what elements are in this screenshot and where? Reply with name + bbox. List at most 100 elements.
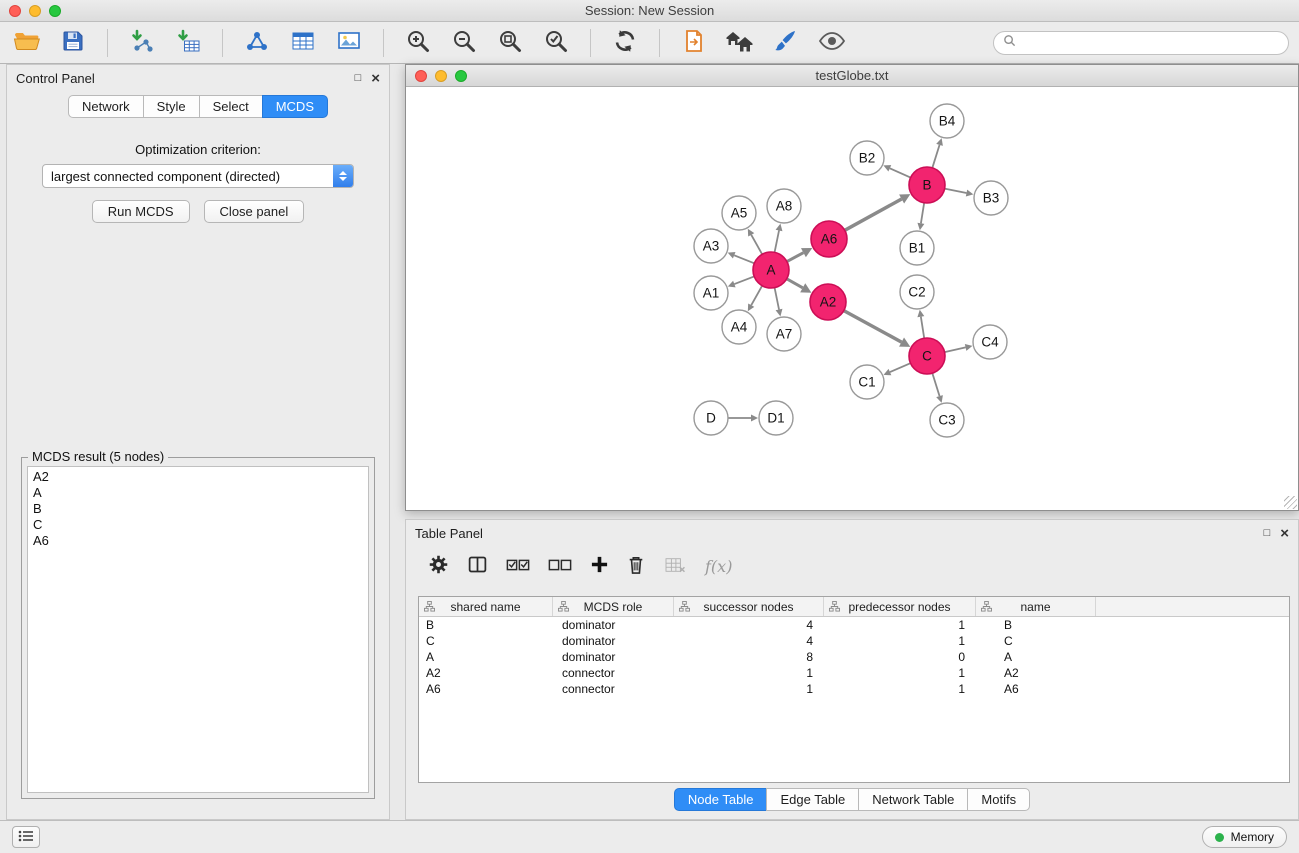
network-view-window: testGlobe.txt B4B2BB3A5A8A6B1A3AC2A1A2A4…: [405, 64, 1299, 511]
graph-edge[interactable]: [844, 311, 902, 342]
deselect-all-icon: [548, 556, 572, 577]
search-field[interactable]: [993, 31, 1289, 55]
result-item[interactable]: A6: [33, 533, 363, 549]
table-row[interactable]: A6connector11A6: [419, 681, 1289, 697]
column-label: name: [1020, 600, 1050, 614]
task-history-button[interactable]: [12, 826, 40, 848]
zoom-selected-button[interactable]: [539, 27, 573, 59]
search-input[interactable]: [1022, 35, 1279, 50]
close-table-panel-icon[interactable]: ×: [1280, 526, 1289, 541]
columns-button[interactable]: [467, 554, 488, 578]
result-item[interactable]: A: [33, 485, 363, 501]
mcds-result-list[interactable]: A2ABCA6: [27, 466, 369, 793]
column-header-name[interactable]: name: [976, 597, 1096, 616]
network-canvas[interactable]: B4B2BB3A5A8A6B1A3AC2A1A2A4A7C4CC1C3DD1: [406, 87, 1298, 510]
column-header-successor-nodes[interactable]: successor nodes: [674, 597, 824, 616]
network-close-button[interactable]: [415, 70, 427, 82]
graph-edge[interactable]: [734, 255, 754, 263]
resize-grip-icon[interactable]: [1284, 496, 1297, 509]
table-row[interactable]: Bdominator41B: [419, 617, 1289, 633]
tab-style[interactable]: Style: [143, 95, 200, 118]
graph-edge[interactable]: [775, 230, 779, 252]
network-zoom-button[interactable]: [455, 70, 467, 82]
table-row[interactable]: Cdominator41C: [419, 633, 1289, 649]
graph-edge[interactable]: [734, 276, 754, 284]
tab-network-table[interactable]: Network Table: [858, 788, 968, 811]
import-table-button[interactable]: [171, 27, 205, 59]
graph-edge[interactable]: [921, 317, 924, 339]
column-header-predecessor-nodes[interactable]: predecessor nodes: [824, 597, 976, 616]
table-panel-title: Table Panel: [415, 526, 483, 541]
add-button[interactable]: [590, 555, 609, 577]
tab-network[interactable]: Network: [68, 95, 144, 118]
table-panel: Table Panel □ × f(x) shared name MCDS rol…: [405, 519, 1299, 820]
save-button[interactable]: [56, 27, 90, 59]
memory-button[interactable]: Memory: [1202, 826, 1287, 848]
eye-button[interactable]: [815, 27, 849, 59]
graph-node-label: B: [922, 178, 931, 193]
import-disabled-button[interactable]: [663, 556, 687, 577]
close-panel-icon[interactable]: ×: [371, 71, 380, 86]
close-panel-action-button[interactable]: Close panel: [204, 200, 305, 223]
network-table-button[interactable]: [286, 27, 320, 59]
graph-edge[interactable]: [751, 235, 762, 255]
new-network-button[interactable]: [240, 27, 274, 59]
table-row[interactable]: Adominator80A: [419, 649, 1289, 665]
result-item[interactable]: A2: [33, 469, 363, 485]
graph-edge[interactable]: [932, 373, 939, 396]
tab-node-table[interactable]: Node Table: [674, 788, 768, 811]
network-minimize-button[interactable]: [435, 70, 447, 82]
table-row[interactable]: A2connector11A2: [419, 665, 1289, 681]
tab-edge-table[interactable]: Edge Table: [766, 788, 859, 811]
column-header-shared-name[interactable]: shared name: [419, 597, 553, 616]
table-cell: A2: [419, 665, 553, 681]
zoom-window-button[interactable]: [49, 5, 61, 17]
fx-button[interactable]: f(x): [705, 557, 732, 576]
control-panel: Control Panel □ × NetworkStyleSelectMCDS…: [6, 64, 390, 820]
table-cell: C: [976, 633, 1096, 649]
refresh-button[interactable]: [608, 27, 642, 59]
select-all-button[interactable]: [506, 556, 530, 577]
graph-edge[interactable]: [945, 189, 967, 193]
open-folder-button[interactable]: [10, 27, 44, 59]
import-table-icon: [175, 29, 201, 56]
float-panel-icon[interactable]: □: [355, 72, 362, 84]
network-graph[interactable]: B4B2BB3A5A8A6B1A3AC2A1A2A4A7C4CC1C3DD1: [406, 87, 1298, 510]
optimization-criterion-select[interactable]: largest connected component (directed): [42, 164, 354, 188]
zoom-in-button[interactable]: [401, 27, 435, 59]
minimize-window-button[interactable]: [29, 5, 41, 17]
result-item[interactable]: C: [33, 517, 363, 533]
graph-edge[interactable]: [775, 288, 779, 310]
close-window-button[interactable]: [9, 5, 21, 17]
tab-select[interactable]: Select: [199, 95, 263, 118]
deselect-all-button[interactable]: [548, 556, 572, 577]
home-button[interactable]: [723, 27, 757, 59]
graph-edge[interactable]: [890, 168, 911, 177]
gear-button[interactable]: [428, 554, 449, 578]
zoom-out-button[interactable]: [447, 27, 481, 59]
export-image-button[interactable]: [332, 27, 366, 59]
float-table-panel-icon[interactable]: □: [1264, 527, 1271, 539]
result-item[interactable]: B: [33, 501, 363, 517]
graph-edge[interactable]: [845, 199, 902, 230]
run-mcds-button[interactable]: Run MCDS: [92, 200, 190, 223]
tab-mcds[interactable]: MCDS: [262, 95, 328, 118]
graph-edge[interactable]: [751, 286, 762, 306]
graph-edge[interactable]: [787, 253, 804, 262]
graph-edge[interactable]: [890, 363, 911, 372]
delete-button[interactable]: [627, 555, 645, 578]
zoom-fit-button[interactable]: [493, 27, 527, 59]
style-button[interactable]: [769, 27, 803, 59]
delete-icon: [627, 555, 645, 578]
graph-edge[interactable]: [932, 145, 939, 168]
zoom-fit-icon: [497, 28, 523, 57]
graph-edge[interactable]: [945, 347, 966, 352]
import-network-button[interactable]: [125, 27, 159, 59]
column-label: shared name: [450, 600, 520, 614]
copy-view-button[interactable]: [677, 27, 711, 59]
tab-motifs[interactable]: Motifs: [967, 788, 1030, 811]
column-header-mcds-role[interactable]: MCDS role: [553, 597, 674, 616]
table-tabs: Node TableEdge TableNetwork TableMotifs: [406, 788, 1298, 811]
graph-edge[interactable]: [921, 203, 924, 224]
graph-edge[interactable]: [787, 279, 803, 288]
